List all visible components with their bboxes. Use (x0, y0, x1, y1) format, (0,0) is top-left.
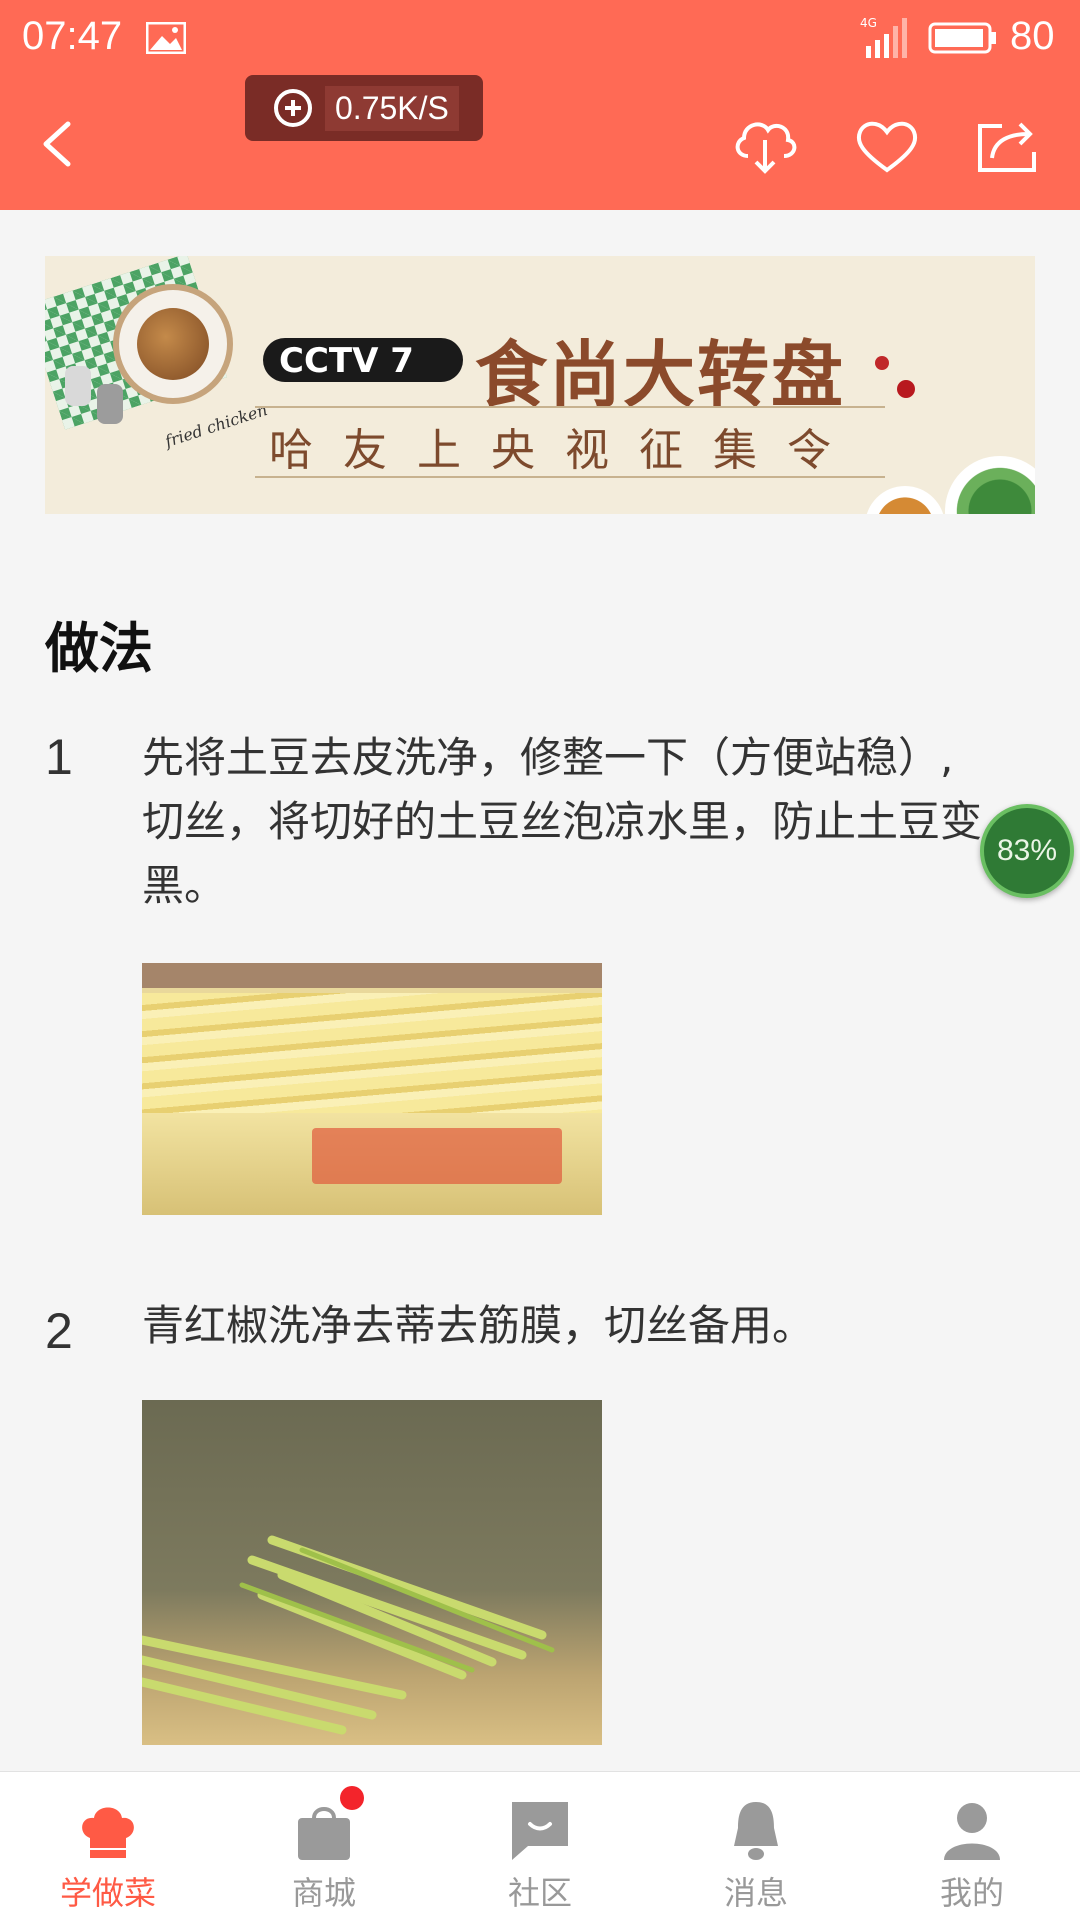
chat-icon (512, 1802, 568, 1860)
cctv-logo: CCTV 7 (263, 338, 463, 382)
cctv-logo-text: CCTV 7 (279, 341, 414, 381)
signal-icon: 4G (860, 16, 907, 58)
banner-fried-chicken-label: fried chicken (162, 400, 270, 451)
top-header: 07:47 4G 80 0.75K/S (0, 0, 1080, 210)
step-number: 2 (45, 1303, 73, 1359)
notification-badge (340, 1786, 364, 1810)
nav-item-profile[interactable]: 我的 (864, 1772, 1080, 1920)
watermark-logo (312, 1128, 562, 1184)
nav-item-learn-cooking[interactable]: 学做菜 (0, 1772, 216, 1920)
berry-decoration (897, 380, 915, 398)
food-plate-image (113, 284, 233, 404)
step-text: 青红椒洗净去蒂去筋膜，切丝备用。 (142, 1301, 815, 1350)
step-image-potato-strips[interactable] (142, 963, 602, 1215)
berry-decoration (875, 356, 889, 370)
heart-icon[interactable] (852, 114, 922, 176)
user-icon (944, 1803, 1000, 1860)
vegetable-bowl-decoration (945, 456, 1035, 514)
pepper-strips-graphic (142, 1535, 555, 1735)
promo-banner[interactable]: fried chicken CCTV 7 食尚大转盘 哈友上央视征集令 (45, 256, 1035, 514)
banner-subtitle: 哈友上央视征集令 (269, 425, 861, 476)
banner-divider (255, 406, 885, 408)
bell-icon (734, 1802, 778, 1860)
step-text: 先将土豆去皮洗净，修整一下（方便站稳）, 切丝，将切好的土豆丝泡凉水里，防止土豆… (142, 733, 983, 910)
nav-label: 社区 (507, 1874, 572, 1912)
share-icon[interactable] (972, 114, 1042, 176)
speed-value: 0.75K/S (325, 85, 459, 131)
step-number: 1 (45, 729, 73, 785)
nav-label: 我的 (939, 1874, 1004, 1912)
battery-icon (928, 22, 996, 54)
floating-progress-ball[interactable]: 83% (980, 804, 1074, 898)
pepper-shaker-decoration (97, 384, 123, 424)
status-bar: 07:47 4G 80 (0, 0, 1080, 75)
step-image-pepper-strips[interactable] (142, 1400, 602, 1745)
nav-label: 学做菜 (59, 1874, 156, 1912)
add-circle-icon (274, 89, 312, 127)
chef-hat-icon (82, 1807, 134, 1858)
back-icon[interactable] (34, 112, 80, 176)
battery-level: 80 (1010, 14, 1055, 58)
download-speed-indicator: 0.75K/S (245, 75, 483, 141)
nav-label: 商城 (291, 1874, 356, 1912)
status-time: 07:47 (22, 14, 123, 58)
nav-item-messages[interactable]: 消息 (648, 1772, 864, 1920)
salt-shaker-decoration (65, 366, 91, 406)
gallery-icon (146, 22, 186, 54)
nav-item-community[interactable]: 社区 (432, 1772, 648, 1920)
bottom-navigation: 学做菜 商城 社区 消息 我的 (0, 1771, 1080, 1920)
banner-divider (255, 476, 885, 478)
nav-label: 消息 (723, 1874, 788, 1912)
cloud-download-icon[interactable] (730, 114, 800, 176)
bowl-decoration (865, 486, 945, 514)
nav-item-shop[interactable]: 商城 (216, 1772, 432, 1920)
network-type: 4G (860, 16, 877, 30)
section-title-method: 做法 (45, 617, 153, 680)
